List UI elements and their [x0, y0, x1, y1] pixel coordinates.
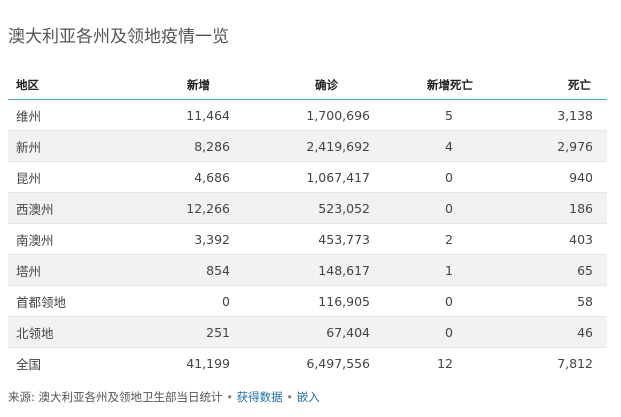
cell-deaths: 2,976 — [518, 130, 607, 162]
cell-deaths: 403 — [518, 223, 607, 255]
get-data-link[interactable]: 获得数据 — [237, 390, 283, 404]
page-title: 澳大利亚各州及领地疫情一览 — [8, 27, 229, 47]
cell-deaths: 3,138 — [518, 99, 607, 131]
cell-new-deaths: 0 — [378, 316, 518, 348]
cell-new-cases: 4,686 — [128, 161, 238, 193]
cell-new-deaths: 0 — [378, 161, 518, 193]
table-row: 北领地 251 67,404 0 46 — [8, 316, 607, 348]
total-new-cases: 41,199 — [128, 347, 238, 378]
cell-confirmed: 2,419,692 — [238, 130, 378, 162]
table-row: 昆州 4,686 1,067,417 0 940 — [8, 161, 607, 193]
separator-dot: • — [226, 390, 233, 404]
cell-confirmed: 1,700,696 — [238, 99, 378, 131]
cell-new-cases: 251 — [128, 316, 238, 348]
header-new-deaths: 新增死亡 — [378, 70, 518, 100]
cell-new-deaths: 4 — [378, 130, 518, 162]
total-deaths: 7,812 — [518, 347, 607, 378]
cell-confirmed: 523,052 — [238, 192, 378, 224]
cell-region: 维州 — [8, 99, 128, 131]
cell-deaths: 186 — [518, 192, 607, 224]
cell-deaths: 46 — [518, 316, 607, 348]
cell-new-deaths: 1 — [378, 254, 518, 286]
cell-new-deaths: 0 — [378, 192, 518, 224]
embed-link[interactable]: 嵌入 — [297, 390, 320, 404]
cell-new-cases: 11,464 — [128, 99, 238, 131]
cell-deaths: 58 — [518, 285, 607, 317]
cell-new-deaths: 5 — [378, 99, 518, 131]
cell-new-cases: 8,286 — [128, 130, 238, 162]
source-footer: 来源: 澳大利亚各州及领地卫生部当日统计 • 获得数据 • 嵌入 — [8, 389, 320, 405]
cell-deaths: 65 — [518, 254, 607, 286]
table-row: 南澳州 3,392 453,773 2 403 — [8, 223, 607, 255]
cases-table: 地区 新增 确诊 新增死亡 死亡 维州 11,464 1,700,696 5 3… — [8, 70, 607, 378]
cell-new-deaths: 2 — [378, 223, 518, 255]
cell-deaths: 940 — [518, 161, 607, 193]
header-new-cases: 新增 — [128, 70, 238, 100]
table-row: 首都领地 0 116,905 0 58 — [8, 285, 607, 317]
table-row: 西澳州 12,266 523,052 0 186 — [8, 192, 607, 224]
cell-region: 昆州 — [8, 161, 128, 193]
total-region: 全国 — [8, 347, 128, 378]
cell-new-deaths: 0 — [378, 285, 518, 317]
cell-new-cases: 3,392 — [128, 223, 238, 255]
total-new-deaths: 12 — [378, 347, 518, 378]
separator-dot: • — [286, 390, 294, 404]
total-confirmed: 6,497,556 — [238, 347, 378, 378]
cell-confirmed: 67,404 — [238, 316, 378, 348]
source-text: 来源: 澳大利亚各州及领地卫生部当日统计 — [8, 390, 223, 404]
cell-confirmed: 116,905 — [238, 285, 378, 317]
cell-confirmed: 148,617 — [238, 254, 378, 286]
cell-region: 新州 — [8, 130, 128, 162]
cell-confirmed: 453,773 — [238, 223, 378, 255]
cell-confirmed: 1,067,417 — [238, 161, 378, 193]
header-confirmed: 确诊 — [238, 70, 378, 100]
cell-region: 塔州 — [8, 254, 128, 286]
cell-region: 北领地 — [8, 316, 128, 348]
cell-new-cases: 0 — [128, 285, 238, 317]
table-total-row: 全国 41,199 6,497,556 12 7,812 — [8, 347, 607, 378]
cell-new-cases: 12,266 — [128, 192, 238, 224]
cell-region: 西澳州 — [8, 192, 128, 224]
header-deaths: 死亡 — [518, 70, 607, 100]
table-header-row: 地区 新增 确诊 新增死亡 死亡 — [8, 70, 607, 100]
header-region: 地区 — [8, 70, 128, 100]
cell-new-cases: 854 — [128, 254, 238, 286]
table-row: 新州 8,286 2,419,692 4 2,976 — [8, 130, 607, 162]
table-row: 维州 11,464 1,700,696 5 3,138 — [8, 99, 607, 131]
cell-region: 南澳州 — [8, 223, 128, 255]
table-row: 塔州 854 148,617 1 65 — [8, 254, 607, 286]
cell-region: 首都领地 — [8, 285, 128, 317]
